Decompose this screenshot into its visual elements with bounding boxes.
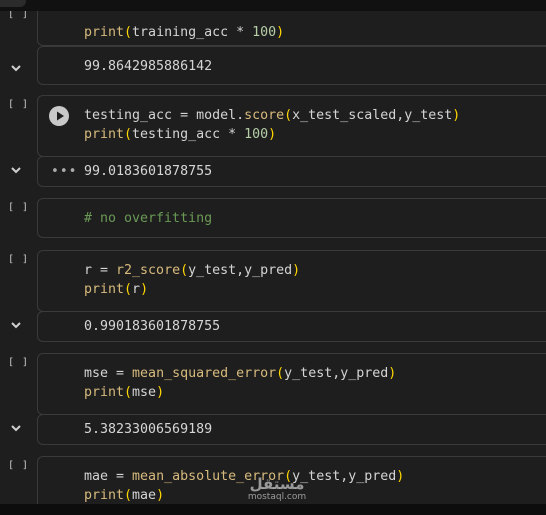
output-text: 0.990183601878755 <box>84 319 221 334</box>
execution-count: [ ] <box>8 357 30 368</box>
code-cell[interactable]: r = r2_score(y_test,y_pred) print(r) <box>37 250 546 312</box>
code-cell[interactable]: testing_acc = model.score(x_test_scaled,… <box>37 95 546 157</box>
output-cell: 5.38233006569189 <box>37 414 546 445</box>
code-line: print(training_acc * 100) <box>84 25 285 40</box>
code-line: testing_acc = model.score(x_test_scaled,… <box>84 108 461 142</box>
watermark-arabic: مستقل <box>249 475 305 493</box>
execution-count: [ ] <box>8 254 30 265</box>
chevron-down-icon[interactable] <box>9 318 23 332</box>
notebook-area: [ ] print(training_acc * 100) 99.8642985… <box>0 11 546 504</box>
code-cell[interactable]: # no overfitting <box>37 198 546 238</box>
chevron-down-icon[interactable] <box>9 61 23 75</box>
execution-count: [ ] <box>8 99 30 110</box>
watermark-latin: mostaql.com <box>247 492 307 502</box>
ellipsis-icon[interactable]: ••• <box>51 164 77 179</box>
top-tab <box>0 0 26 7</box>
code-line: r = r2_score(y_test,y_pred) print(r) <box>84 263 301 297</box>
output-text: 99.8642985886142 <box>84 59 213 74</box>
execution-count: [ ] <box>8 11 30 20</box>
code-comment: # no overfitting <box>84 211 213 226</box>
play-icon[interactable] <box>49 106 69 126</box>
output-cell: ••• 99.0183601878755 <box>37 156 546 187</box>
output-text: 5.38233006569189 <box>84 422 213 437</box>
window-top-bar <box>0 0 546 11</box>
chevron-down-icon[interactable] <box>9 163 23 177</box>
output-cell: 0.990183601878755 <box>37 311 546 342</box>
output-text: 99.0183601878755 <box>84 164 213 179</box>
chevron-down-icon[interactable] <box>9 421 23 435</box>
code-cell[interactable]: print(training_acc * 100) <box>37 11 546 46</box>
code-cell[interactable]: mse = mean_squared_error(y_test,y_pred) … <box>37 353 546 415</box>
watermark: مستقل mostaql.com <box>242 477 312 507</box>
output-cell: 99.8642985886142 <box>37 46 546 85</box>
execution-count: [ ] <box>8 202 30 213</box>
execution-count: [ ] <box>8 460 30 471</box>
code-line: mse = mean_squared_error(y_test,y_pred) … <box>84 366 397 400</box>
